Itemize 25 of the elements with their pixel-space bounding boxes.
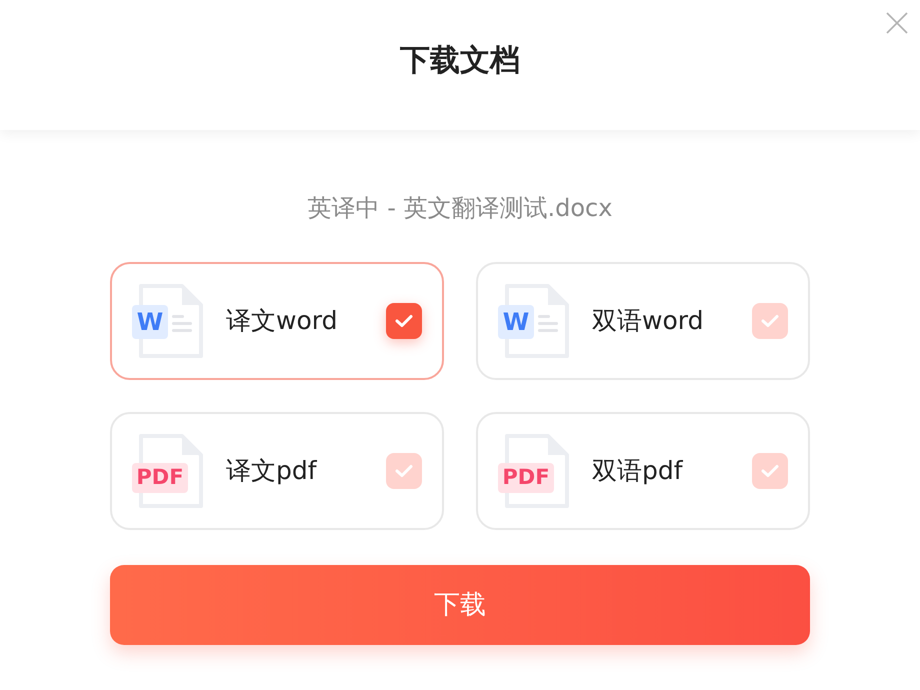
check-icon [395, 314, 413, 328]
format-option-card[interactable]: W 译文word [110, 262, 444, 380]
format-label: 双语word [592, 305, 704, 338]
format-label: 译文word [226, 305, 338, 338]
close-icon[interactable] [886, 12, 908, 34]
badge-text: W [132, 305, 168, 339]
format-option-card[interactable]: PDF 双语pdf [476, 412, 810, 530]
badge-text: PDF [132, 463, 188, 493]
text-lines-icon [538, 313, 560, 335]
dialog-title: 下载文档 [400, 42, 520, 80]
check-icon [395, 464, 413, 478]
file-name: 英译中 - 英文翻译测试.docx [308, 193, 612, 224]
checkbox[interactable] [752, 303, 788, 339]
checkbox[interactable] [752, 453, 788, 489]
format-option-card[interactable]: W 双语word [476, 262, 810, 380]
check-icon [761, 314, 779, 328]
badge-text: W [498, 305, 534, 339]
check-icon [761, 464, 779, 478]
format-label: 译文pdf [226, 455, 318, 488]
badge-text: PDF [498, 463, 554, 493]
checkbox[interactable] [386, 303, 422, 339]
format-label: 双语pdf [592, 455, 684, 488]
checkbox[interactable] [386, 453, 422, 489]
text-lines-icon [172, 313, 194, 335]
format-option-card[interactable]: PDF 译文pdf [110, 412, 444, 530]
